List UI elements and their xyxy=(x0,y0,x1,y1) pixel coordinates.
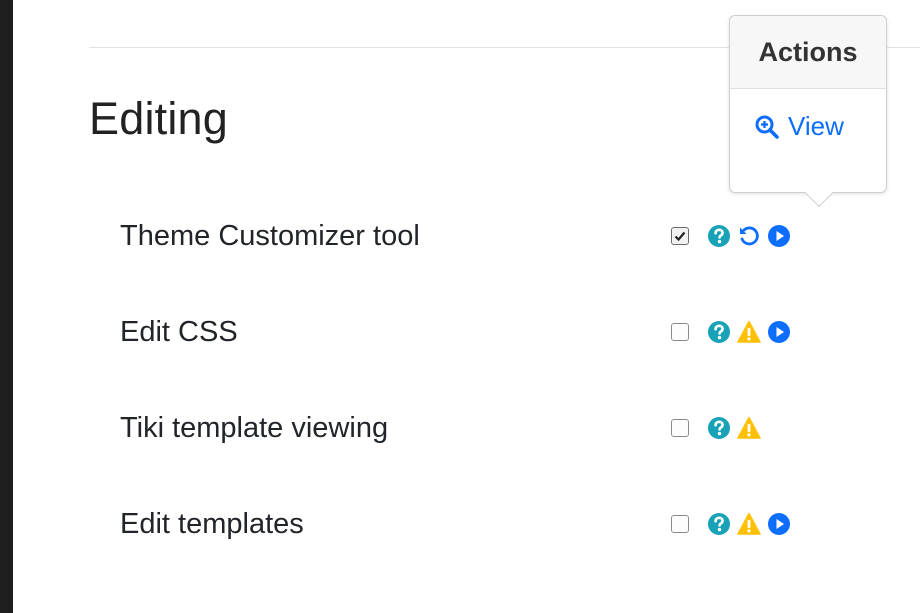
play-icon[interactable] xyxy=(767,512,791,536)
check-icon xyxy=(674,231,686,242)
pref-controls xyxy=(671,224,797,248)
play-icon[interactable] xyxy=(767,320,791,344)
view-link-label: View xyxy=(788,111,844,141)
play-icon[interactable] xyxy=(767,224,791,248)
help-icon[interactable] xyxy=(707,416,731,440)
help-icon[interactable] xyxy=(707,224,731,248)
warning-icon[interactable] xyxy=(737,320,761,344)
help-icon[interactable] xyxy=(707,320,731,344)
popover-arrow xyxy=(804,178,834,208)
pref-label: Edit templates xyxy=(120,508,304,540)
pref-label: Theme Customizer tool xyxy=(120,220,420,252)
warning-icon[interactable] xyxy=(737,512,761,536)
pref-controls xyxy=(671,416,767,440)
pref-label: Edit CSS xyxy=(120,316,238,348)
zoom-in-icon xyxy=(755,115,779,139)
actions-popover: Actions View xyxy=(729,15,887,208)
pref-row-tiki-template-viewing: Tiki template viewing xyxy=(0,408,920,448)
pref-controls xyxy=(671,320,797,344)
section-title: Editing xyxy=(89,93,228,144)
help-icon[interactable] xyxy=(707,512,731,536)
pref-row-edit-css: Edit CSS xyxy=(0,312,920,352)
pref-checkbox[interactable] xyxy=(671,419,689,437)
warning-icon[interactable] xyxy=(737,416,761,440)
pref-label: Tiki template viewing xyxy=(120,412,389,444)
pref-checkbox[interactable] xyxy=(671,227,689,245)
pref-row-edit-templates: Edit templates xyxy=(0,504,920,544)
popover-body: View xyxy=(730,89,886,142)
popover-title: Actions xyxy=(730,16,886,89)
pref-checkbox[interactable] xyxy=(671,323,689,341)
pref-row-theme-customizer: Theme Customizer tool xyxy=(0,216,920,256)
pref-checkbox[interactable] xyxy=(671,515,689,533)
view-link[interactable]: View xyxy=(754,111,886,142)
reset-icon[interactable] xyxy=(737,224,761,248)
pref-controls xyxy=(671,512,797,536)
